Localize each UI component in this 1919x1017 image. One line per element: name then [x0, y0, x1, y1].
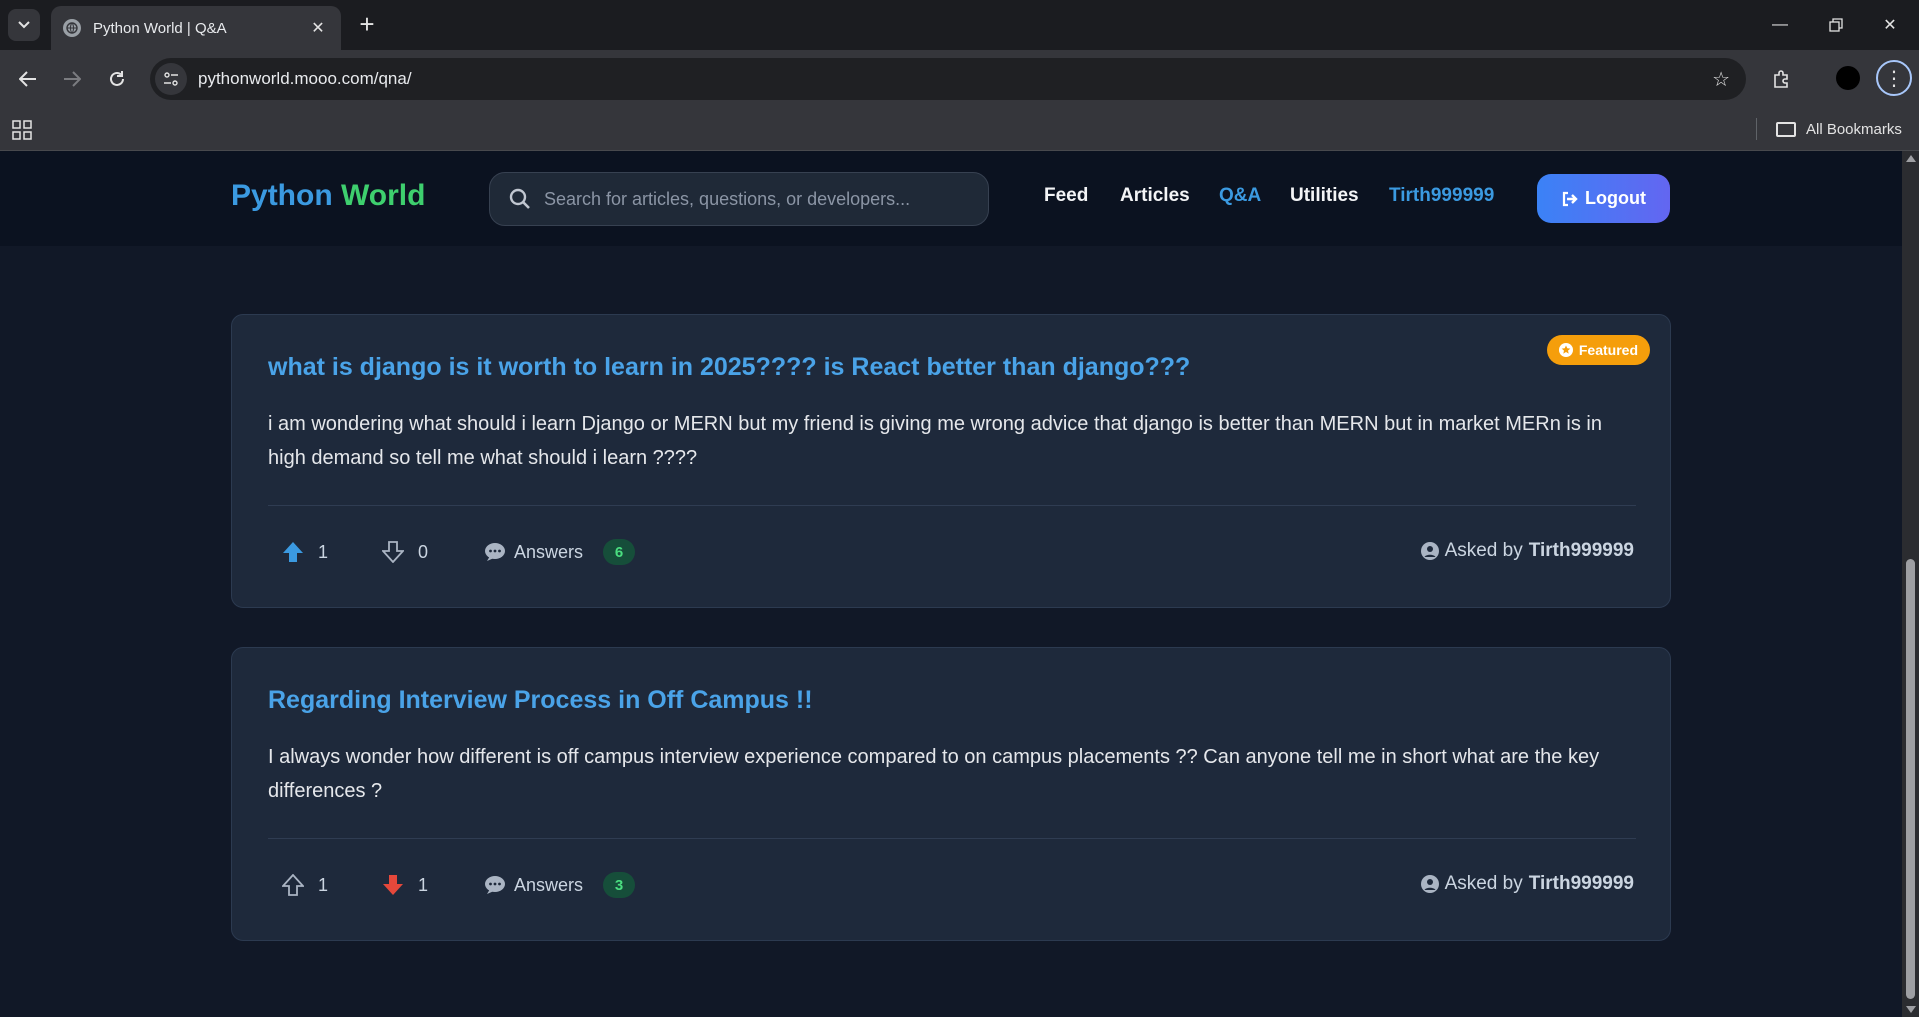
arrow-down-solid-icon: [383, 875, 404, 895]
all-bookmarks-button[interactable]: All Bookmarks: [1776, 108, 1902, 151]
chevron-down-icon: [18, 21, 30, 29]
downvote-count: 0: [418, 541, 429, 562]
bookmarks-divider: [1756, 118, 1757, 140]
site-logo[interactable]: Python World: [231, 179, 425, 213]
profile-avatar[interactable]: [1836, 66, 1860, 90]
nav-qna[interactable]: Q&A: [1219, 185, 1261, 207]
scroll-up-arrow[interactable]: [1906, 155, 1916, 162]
arrow-up-solid-icon: [283, 542, 303, 562]
asked-by-label: Asked by: [1444, 540, 1523, 561]
author-name[interactable]: Tirth999999: [1529, 873, 1634, 895]
logo-python: Python: [231, 179, 333, 212]
question-title[interactable]: Regarding Interview Process in Off Campu…: [268, 686, 813, 715]
comment-icon: [485, 876, 506, 894]
restore-icon: [1829, 18, 1843, 32]
question-card: Regarding Interview Process in Off Campu…: [231, 647, 1671, 941]
arrow-down-outline-icon: [382, 541, 405, 563]
star-icon: [1558, 343, 1573, 357]
close-window-button[interactable]: ✕: [1862, 0, 1918, 50]
nav-utilities[interactable]: Utilities: [1290, 185, 1359, 207]
back-button[interactable]: [12, 63, 44, 95]
question-body: I always wonder how different is off cam…: [268, 746, 1600, 802]
folder-icon: [1776, 122, 1796, 137]
nav-articles[interactable]: Articles: [1120, 185, 1190, 207]
scroll-down-arrow[interactable]: [1906, 1006, 1916, 1013]
apps-grid-icon[interactable]: [12, 120, 32, 140]
answers-label: Answers: [514, 541, 584, 562]
featured-label: Featured: [1578, 342, 1638, 358]
url-text[interactable]: pythonworld.mooo.com/qna/: [198, 69, 1712, 89]
question-stats: 1 0 Answers 6: [282, 537, 636, 567]
question-title[interactable]: what is django is it worth to learn in 2…: [268, 353, 1190, 382]
arrow-right-icon: [64, 71, 81, 87]
forward-button[interactable]: [56, 63, 88, 95]
upvote-button[interactable]: 1: [282, 541, 328, 563]
browser-toolbar: pythonworld.mooo.com/qna/ ☆: [0, 50, 1919, 108]
featured-badge: Featured: [1546, 335, 1650, 365]
search-box: [489, 172, 989, 226]
globe-icon: [63, 19, 81, 37]
all-bookmarks-label: All Bookmarks: [1806, 121, 1902, 138]
tab-search-button[interactable]: [8, 9, 40, 41]
browser-tab-active[interactable]: Python World | Q&A ✕: [51, 6, 341, 50]
author-name[interactable]: Tirth999999: [1529, 540, 1634, 562]
upvote-button[interactable]: 1: [282, 874, 328, 896]
question-body: i am wondering what should i learn Djang…: [268, 413, 1602, 469]
restore-button[interactable]: [1808, 0, 1864, 50]
site-info-icon[interactable]: [155, 63, 187, 95]
minimize-button[interactable]: —: [1752, 0, 1808, 50]
user-circle-icon: [1420, 542, 1439, 560]
asked-by: Asked by Tirth999999: [1420, 536, 1634, 566]
answers-link[interactable]: Answers 3: [484, 872, 636, 898]
arrow-left-icon: [19, 71, 36, 87]
browser-tab-bar: Python World | Q&A ✕ + — ✕: [0, 0, 1919, 50]
nav-feed[interactable]: Feed: [1044, 185, 1088, 207]
question-card: Featured what is django is it worth to l…: [231, 314, 1671, 608]
user-circle-icon: [1420, 875, 1439, 893]
search-icon: [509, 188, 530, 209]
question-stats: 1 1 Answers 3: [282, 870, 636, 900]
upvote-count: 1: [318, 541, 329, 562]
logout-button[interactable]: Logout: [1537, 174, 1670, 223]
asked-by-label: Asked by: [1444, 873, 1523, 894]
asked-by: Asked by Tirth999999: [1420, 869, 1634, 899]
tab-close-icon[interactable]: ✕: [307, 18, 329, 38]
page-viewport: Python World Feed Articles Q&A Utilities…: [0, 151, 1902, 1017]
reload-button[interactable]: [101, 63, 133, 95]
bookmarks-bar: All Bookmarks: [0, 108, 1919, 151]
answers-link[interactable]: Answers 6: [484, 539, 636, 565]
answers-count-badge: 3: [603, 872, 636, 898]
card-divider: [268, 505, 1636, 506]
logo-world: World: [341, 179, 426, 212]
scrollbar-thumb[interactable]: [1906, 559, 1915, 999]
logout-label: Logout: [1585, 188, 1646, 208]
page-scrollbar[interactable]: [1902, 151, 1919, 1017]
tab-title: Python World | Q&A: [93, 19, 227, 37]
site-header: Python World Feed Articles Q&A Utilities…: [0, 151, 1902, 246]
address-bar[interactable]: pythonworld.mooo.com/qna/ ☆: [150, 58, 1746, 100]
nav-user-profile[interactable]: Tirth999999: [1389, 185, 1494, 207]
extensions-button[interactable]: [1766, 63, 1798, 95]
downvote-count: 1: [418, 874, 429, 895]
arrow-up-outline-icon: [282, 874, 304, 896]
comment-icon: [485, 543, 506, 561]
card-divider: [268, 838, 1636, 839]
answers-label: Answers: [514, 874, 584, 895]
downvote-button[interactable]: 1: [382, 874, 428, 896]
answers-count-badge: 6: [603, 539, 636, 565]
search-input[interactable]: [544, 188, 964, 210]
browser-menu-button[interactable]: ⋮: [1876, 60, 1912, 96]
reload-icon: [110, 71, 124, 86]
bookmark-star-icon[interactable]: ☆: [1712, 67, 1730, 92]
puzzle-icon: [1774, 70, 1788, 88]
new-tab-button[interactable]: +: [352, 10, 382, 40]
downvote-button[interactable]: 0: [382, 541, 428, 563]
sign-out-icon: [1562, 191, 1578, 206]
upvote-count: 1: [318, 874, 329, 895]
